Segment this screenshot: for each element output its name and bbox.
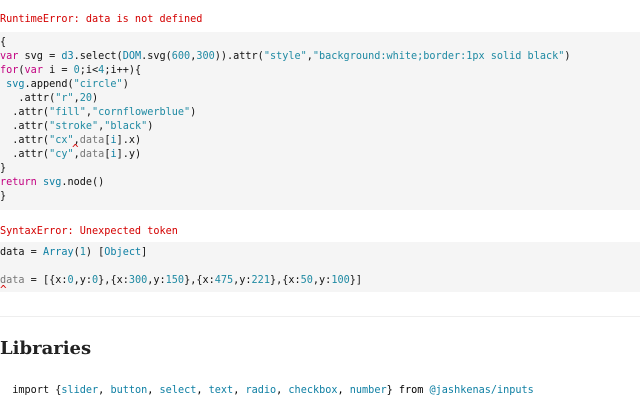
import-item-slider[interactable]: slider xyxy=(61,385,98,396)
code-cell-circles[interactable]: { var svg = d3.select(DOM.svg(600,300)).… xyxy=(0,32,640,210)
import-item-text[interactable]: text xyxy=(209,385,234,396)
code-line: } xyxy=(0,191,7,202)
import-item-checkbox[interactable]: checkbox xyxy=(288,385,337,396)
code-line: .attr("cx",data[i].x) xyxy=(0,135,142,146)
import-keyword: import { xyxy=(12,385,62,396)
import-item-button[interactable]: button xyxy=(110,385,147,396)
section-divider xyxy=(0,316,640,317)
import-item-number[interactable]: number xyxy=(350,385,387,396)
code-line: .attr("fill","cornflowerblue") xyxy=(0,107,197,118)
import-package-link[interactable]: @jashkenas/inputs xyxy=(430,385,534,396)
code-line: .attr("cy",data[i].y) xyxy=(0,149,142,160)
section-title: Libraries xyxy=(0,338,92,359)
code-cell-data[interactable]: data = Array(1) [Object] data = [{x:0,y:… xyxy=(0,242,640,296)
code-line: { xyxy=(0,37,7,48)
error-caret: ^ xyxy=(0,283,7,296)
syntax-error-message: SyntaxError: Unexpected token xyxy=(0,226,178,237)
import-item-select[interactable]: select xyxy=(160,385,197,396)
code-line: for(var i = 0;i<4;i++){ xyxy=(0,65,142,76)
code-line: .attr("r",20) xyxy=(0,93,99,104)
runtime-error-message: RuntimeError: data is not defined xyxy=(0,14,203,25)
data-output-line: data = Array(1) [Object] xyxy=(0,247,148,258)
code-line: .attr("stroke","black") xyxy=(0,121,154,132)
code-line: } xyxy=(0,163,7,174)
code-line: return svg.node() xyxy=(0,177,105,188)
import-line[interactable]: import {slider, button, select, text, ra… xyxy=(0,374,534,396)
code-line: svg.append("circle") xyxy=(6,79,129,90)
data-code-line: data = [{x:0,y:0},{x:300,y:150},{x:475,y… xyxy=(0,275,362,286)
import-item-radio[interactable]: radio xyxy=(245,385,276,396)
code-line: var svg = d3.select(DOM.svg(600,300)).at… xyxy=(0,51,571,62)
